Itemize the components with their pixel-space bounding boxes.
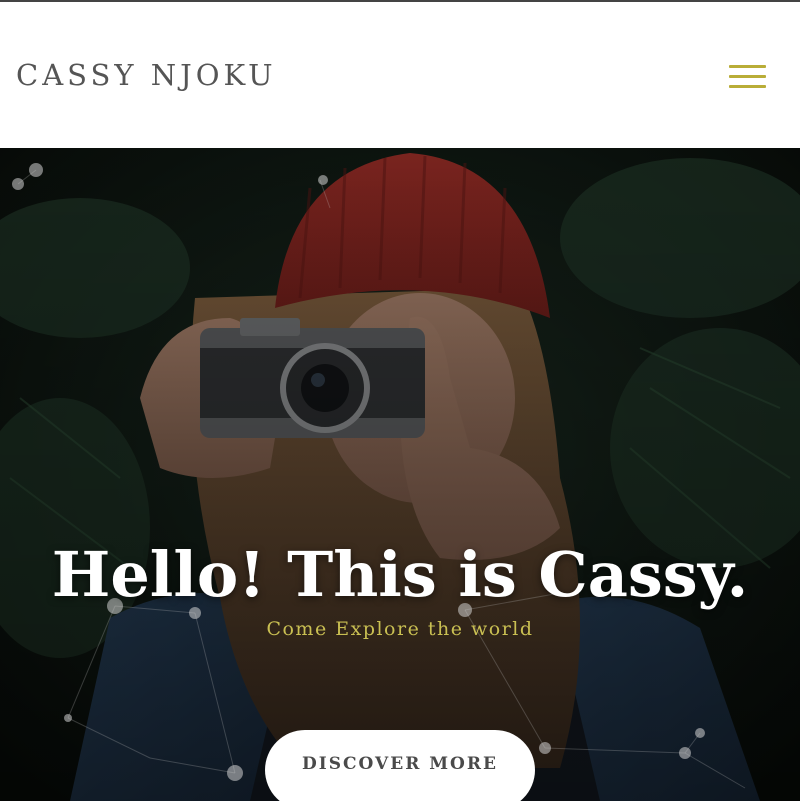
page: CASSY NJOKU Hello! This is Cassy. Come E… bbox=[0, 0, 800, 801]
particle-network bbox=[12, 163, 746, 789]
discover-more-button[interactable]: DISCOVER MORE bbox=[265, 730, 535, 801]
hero-section: Hello! This is Cassy. Come Explore the w… bbox=[0, 148, 800, 801]
site-header: CASSY NJOKU bbox=[0, 0, 800, 148]
discover-more-label: DISCOVER MORE bbox=[302, 754, 498, 774]
menu-bar bbox=[729, 75, 766, 78]
hamburger-menu-icon[interactable] bbox=[722, 60, 772, 96]
menu-bar bbox=[729, 85, 766, 88]
menu-bar bbox=[729, 65, 766, 68]
hero-title: Hello! This is Cassy. bbox=[51, 537, 749, 611]
site-brand[interactable]: CASSY NJOKU bbox=[16, 57, 277, 93]
hero-subtitle: Come Explore the world bbox=[266, 618, 534, 640]
